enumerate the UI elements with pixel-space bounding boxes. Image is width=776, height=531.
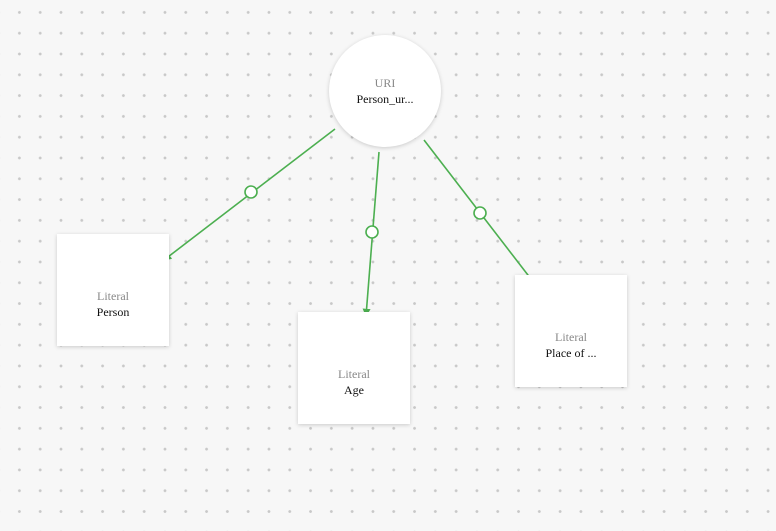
node-value-label: Person: [96, 304, 130, 319]
edge-handle[interactable]: [473, 206, 487, 220]
node-value-label: Place of ...: [545, 345, 597, 360]
literal-node-age[interactable]: Literal Age: [298, 312, 410, 424]
graph-canvas[interactable]: URI Person_ur... Literal Person Literal …: [0, 0, 776, 531]
node-type-label: Literal: [338, 366, 370, 381]
edge-handle[interactable]: [365, 225, 379, 239]
uri-node[interactable]: URI Person_ur...: [329, 35, 441, 147]
node-type-label: URI: [374, 75, 396, 90]
edge-root-to-age[interactable]: [362, 151, 380, 317]
edge-root-to-place[interactable]: [423, 139, 542, 293]
node-value-label: Person_ur...: [356, 91, 414, 106]
literal-node-person[interactable]: Literal Person: [57, 234, 169, 346]
literal-node-place[interactable]: Literal Place of ...: [515, 275, 627, 387]
edge-root-to-person[interactable]: [163, 128, 336, 261]
node-value-label: Age: [343, 382, 364, 397]
node-type-label: Literal: [97, 288, 129, 303]
node-type-label: Literal: [555, 329, 587, 344]
edge-handle[interactable]: [244, 185, 258, 199]
